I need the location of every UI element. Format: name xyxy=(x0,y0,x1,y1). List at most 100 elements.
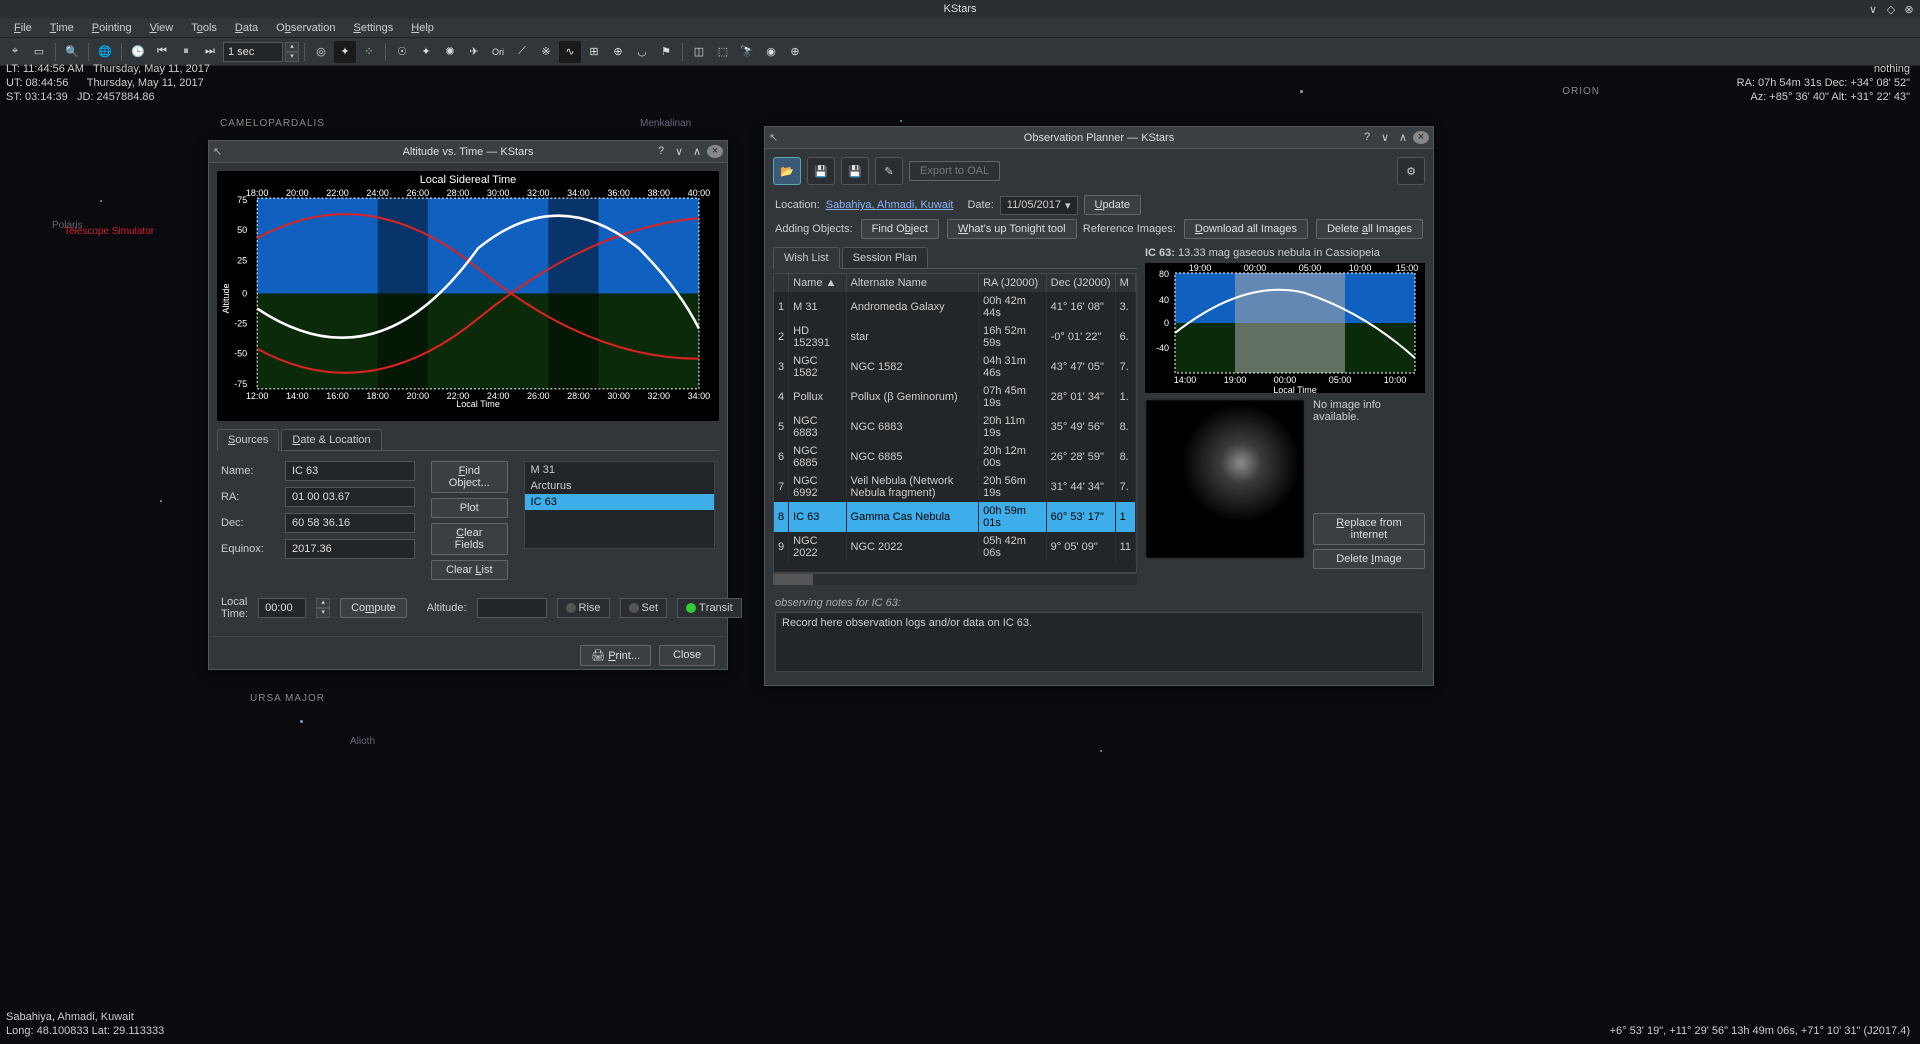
delete-all-button[interactable]: Delete all Images xyxy=(1316,219,1423,239)
tab-session-plan[interactable]: Session Plan xyxy=(842,247,928,268)
toolbar-whatsup-icon[interactable]: ◫ xyxy=(688,41,710,63)
transit-button[interactable]: Transit xyxy=(677,598,742,618)
toolbar-ori-icon[interactable]: Ori xyxy=(487,41,509,63)
toolbar-crosshair-icon[interactable]: ⊕ xyxy=(784,41,806,63)
find-object-button[interactable]: Find Object... xyxy=(431,461,508,493)
op-save-icon[interactable]: 💾 xyxy=(807,157,835,185)
toolbar-supernova-icon[interactable]: ✺ xyxy=(439,41,461,63)
menu-observation[interactable]: Observation xyxy=(268,20,343,36)
toolbar-telescope-icon[interactable]: 🔭 xyxy=(736,41,758,63)
toolbar-star-dark-icon[interactable]: ✦ xyxy=(334,41,356,63)
toolbar-solar-icon[interactable]: ☉ xyxy=(391,41,413,63)
toolbar-ground-icon[interactable]: ◡ xyxy=(631,41,653,63)
wish-list-table[interactable]: Name ▲Alternate NameRA (J2000)Dec (J2000… xyxy=(773,273,1137,573)
menu-file[interactable]: File xyxy=(6,20,40,36)
compute-button[interactable]: Compute xyxy=(340,598,407,618)
tab-sources[interactable]: Sources xyxy=(217,429,279,451)
op-help-icon[interactable]: ? xyxy=(1359,131,1375,144)
table-row[interactable]: 9NGC 2022NGC 202205h 42m 06s9° 05' 09"11 xyxy=(774,532,1136,562)
menu-settings[interactable]: Settings xyxy=(345,20,401,36)
toolbar-time-step-field[interactable] xyxy=(223,42,283,62)
table-scrollbar[interactable] xyxy=(773,573,1137,585)
update-button[interactable]: Update xyxy=(1084,195,1141,215)
toolbar-forward-icon[interactable]: ⏭ xyxy=(199,41,221,63)
notes-textarea[interactable]: Record here observation logs and/or data… xyxy=(775,612,1423,672)
lt-down-icon[interactable]: ▾ xyxy=(316,608,330,618)
time-step-up-icon[interactable]: ▴ xyxy=(285,42,299,52)
table-row[interactable]: 5NGC 6883NGC 688320h 11m 19s35° 49' 56"8… xyxy=(774,412,1136,442)
toolbar-globe-icon[interactable]: 🌐 xyxy=(94,41,116,63)
op-pin-icon[interactable]: ↖ xyxy=(769,131,778,144)
menu-help[interactable]: Help xyxy=(403,20,442,36)
list-item[interactable]: IC 63 xyxy=(525,494,714,510)
toolbar-pause-icon[interactable]: ⏸ xyxy=(175,41,197,63)
ra-input[interactable] xyxy=(285,487,415,507)
window-close-icon[interactable]: ⊗ xyxy=(1902,3,1916,16)
op-location-link[interactable]: Sabahiya, Ahmadi, Kuwait xyxy=(826,199,954,211)
table-header[interactable]: RA (J2000) xyxy=(979,274,1047,292)
chevron-down-icon[interactable]: ▾ xyxy=(1065,199,1071,212)
toolbar-ekos-icon[interactable]: ⬚ xyxy=(712,41,734,63)
toolbar-rewind-icon[interactable]: ⏮ xyxy=(151,41,173,63)
find-object-button-op[interactable]: Find Object xyxy=(861,219,939,239)
altvt-max-icon[interactable]: ∧ xyxy=(689,145,705,158)
toolbar-eq-grid-icon[interactable]: ⊞ xyxy=(583,41,605,63)
toolbar-hz-grid-icon[interactable]: ⊕ xyxy=(607,41,629,63)
equinox-input[interactable] xyxy=(285,539,415,559)
menu-view[interactable]: View xyxy=(142,20,182,36)
list-item[interactable]: Arcturus xyxy=(525,478,714,494)
download-all-button[interactable]: Download all Images xyxy=(1184,219,1308,239)
set-button[interactable]: Set xyxy=(620,598,668,618)
clear-fields-button[interactable]: Clear Fields xyxy=(431,523,508,555)
tab-wish-list[interactable]: Wish List xyxy=(773,247,840,269)
op-max-icon[interactable]: ∧ xyxy=(1395,131,1411,144)
whats-up-button[interactable]: What's up Tonight tool xyxy=(947,219,1077,239)
export-oal-button[interactable]: Export to OAL xyxy=(909,161,1000,181)
altvt-close-icon[interactable]: × xyxy=(707,145,723,158)
op-min-icon[interactable]: ∨ xyxy=(1377,131,1393,144)
altvt-help-icon[interactable]: ? xyxy=(653,145,669,158)
dec-input[interactable] xyxy=(285,513,415,533)
toolbar-zoom-icon[interactable]: 🔍 xyxy=(61,41,83,63)
op-wizard-icon[interactable]: ✎ xyxy=(875,157,903,185)
op-titlebar[interactable]: ↖ Observation Planner — KStars ? ∨ ∧ × xyxy=(765,127,1433,149)
clear-list-button[interactable]: Clear List xyxy=(431,560,508,580)
toolbar-const-bound-icon[interactable]: ※ xyxy=(535,41,557,63)
op-close-icon[interactable]: × xyxy=(1413,131,1429,144)
table-header[interactable] xyxy=(774,274,789,292)
name-input[interactable] xyxy=(285,461,415,481)
toolbar-star-icon[interactable]: ✦ xyxy=(415,41,437,63)
table-header[interactable]: Alternate Name xyxy=(846,274,979,292)
lt-up-icon[interactable]: ▴ xyxy=(316,598,330,608)
menu-time[interactable]: Time xyxy=(42,20,82,36)
menu-tools[interactable]: Tools xyxy=(183,20,225,36)
altvt-min-icon[interactable]: ∨ xyxy=(671,145,687,158)
altvt-pin-icon[interactable]: ↖ xyxy=(213,145,222,158)
op-date-field[interactable]: 11/05/2017▾ xyxy=(1000,196,1078,215)
window-maximize-icon[interactable]: ◇ xyxy=(1884,3,1898,16)
table-row[interactable]: 7NGC 6992Veil Nebula (Network Nebula fra… xyxy=(774,472,1136,502)
toolbar-fov-icon[interactable]: ◉ xyxy=(760,41,782,63)
toolbar-flags-icon[interactable]: ⚑ xyxy=(655,41,677,63)
print-button[interactable]: 🖨 Print... xyxy=(580,645,651,666)
table-row[interactable]: 3NGC 1582NGC 158204h 31m 46s43° 47' 05"7… xyxy=(774,352,1136,382)
plot-button[interactable]: Plot xyxy=(431,498,508,518)
time-step-down-icon[interactable]: ▾ xyxy=(285,52,299,62)
op-open-icon[interactable]: 📂 xyxy=(773,157,801,185)
toolbar-target-icon[interactable]: ◎ xyxy=(310,41,332,63)
op-saveas-icon[interactable]: 💾 xyxy=(841,157,869,185)
toolbar-clock-icon[interactable]: 🕒 xyxy=(127,41,149,63)
toolbar-const-lines-icon[interactable]: ⟋ xyxy=(511,41,533,63)
table-row[interactable]: 4PolluxPollux (β Geminorum)07h 45m 19s28… xyxy=(774,382,1136,412)
local-time-input[interactable] xyxy=(258,598,306,618)
table-header[interactable]: M xyxy=(1115,274,1135,292)
object-list[interactable]: M 31 Arcturus IC 63 xyxy=(524,461,715,549)
table-header[interactable]: Dec (J2000) xyxy=(1046,274,1115,292)
table-row[interactable]: 1M 31Andromeda Galaxy00h 42m 44s41° 16' … xyxy=(774,292,1136,322)
replace-image-button[interactable]: Replace from internet xyxy=(1313,513,1425,545)
table-row[interactable]: 6NGC 6885NGC 688520h 12m 00s26° 28' 59"8… xyxy=(774,442,1136,472)
altvt-titlebar[interactable]: ↖ Altitude vs. Time — KStars ? ∨ ∧ × xyxy=(209,141,727,163)
window-minimize-icon[interactable]: ∨ xyxy=(1866,3,1880,16)
toolbar-pointer-icon[interactable]: ⌖ xyxy=(4,41,26,63)
tab-date-location[interactable]: Date & Location xyxy=(281,429,381,450)
